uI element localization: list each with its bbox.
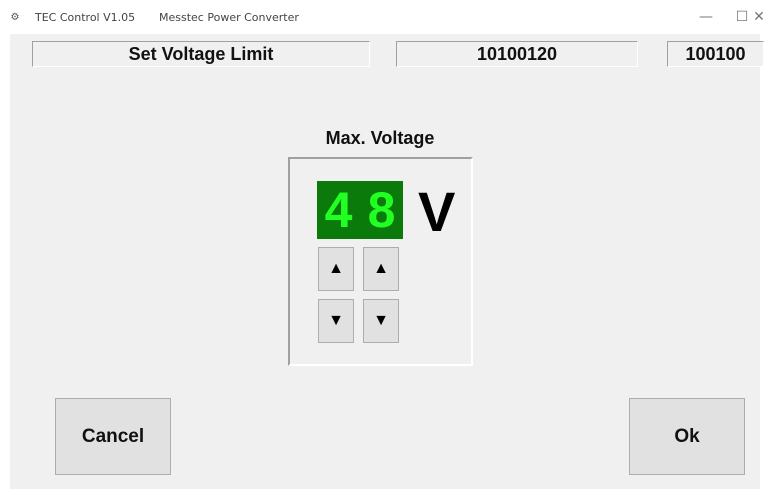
tens-down-button[interactable]: ▼ [318,299,354,343]
app-logo-icon: ⚙ [10,12,20,23]
window-subtitle: Messtec Power Converter [159,11,299,24]
cancel-button[interactable]: Cancel [55,398,171,475]
setting-label: Max. Voltage [325,128,435,148]
device-id: 100100 [667,41,764,67]
voltage-digit-tens: 4 [324,182,353,238]
voltage-display: 4 8 [317,181,403,239]
minimize-button[interactable]: — [686,4,726,30]
title-bar: ⚙ TEC Control V1.05 Messtec Power Conver… [0,0,770,34]
ones-down-button[interactable]: ▼ [363,299,399,343]
page-title: Set Voltage Limit [32,41,370,67]
tens-up-button[interactable]: ▲ [318,247,354,291]
device-code: 10100120 [396,41,638,67]
ones-up-button[interactable]: ▲ [363,247,399,291]
ok-button[interactable]: Ok [629,398,745,475]
app-title: TEC Control V1.05 [35,11,136,24]
close-button[interactable]: ✕ [744,4,770,30]
voltage-digit-ones: 8 [367,182,396,238]
voltage-unit: V [418,180,456,243]
